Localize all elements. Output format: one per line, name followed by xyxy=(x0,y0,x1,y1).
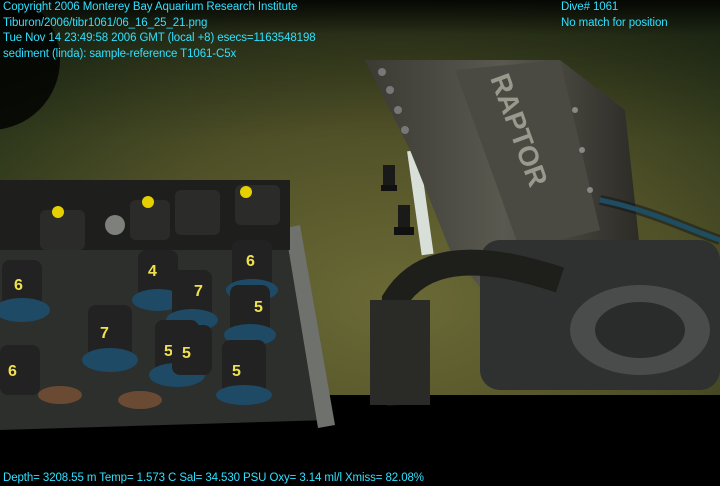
core-label: 7 xyxy=(100,325,109,342)
core-label: 7 xyxy=(194,283,203,300)
sample-marker xyxy=(381,165,397,191)
video-frame: RAPTOR 6 4 7 6 5 7 5 5 5 6 Copyright 200… xyxy=(0,0,720,486)
core-tube: 6 xyxy=(0,345,40,395)
position-status: No match for position xyxy=(561,16,668,29)
image-path-line: Tiburon/2006/tibr1061/06_16_25_21.png xyxy=(3,16,208,29)
core-tube: 5 xyxy=(224,285,276,346)
core-label: 5 xyxy=(232,363,241,380)
header-left-info: Copyright 2006 Monterey Bay Aquarium Res… xyxy=(3,0,316,62)
core-label: 5 xyxy=(164,343,173,360)
header-right-info: Dive# 1061 No match for position xyxy=(561,0,668,31)
seafloor-scene: RAPTOR 6 4 7 6 5 7 5 5 5 6 xyxy=(0,0,720,430)
core-label: 5 xyxy=(254,299,263,316)
copyright-line: Copyright 2006 Monterey Bay Aquarium Res… xyxy=(3,1,298,13)
core-tube: 7 xyxy=(82,305,138,372)
core-tube: 5 xyxy=(172,325,212,375)
core-label: 4 xyxy=(148,263,157,280)
core-label: 6 xyxy=(246,253,255,270)
sample-reference-line: sediment (linda): sample-reference T1061… xyxy=(3,47,237,60)
core-label: 6 xyxy=(14,277,23,294)
core-tube: 5 xyxy=(216,340,272,405)
core-label: 5 xyxy=(182,345,191,362)
timestamp-line: Tue Nov 14 23:49:58 2006 GMT (local +8) … xyxy=(3,32,316,44)
dive-number: Dive# 1061 xyxy=(561,1,619,13)
sensor-readout: Depth= 3208.55 m Temp= 1.573 C Sal= 34.5… xyxy=(3,472,424,484)
core-label: 6 xyxy=(8,363,17,380)
